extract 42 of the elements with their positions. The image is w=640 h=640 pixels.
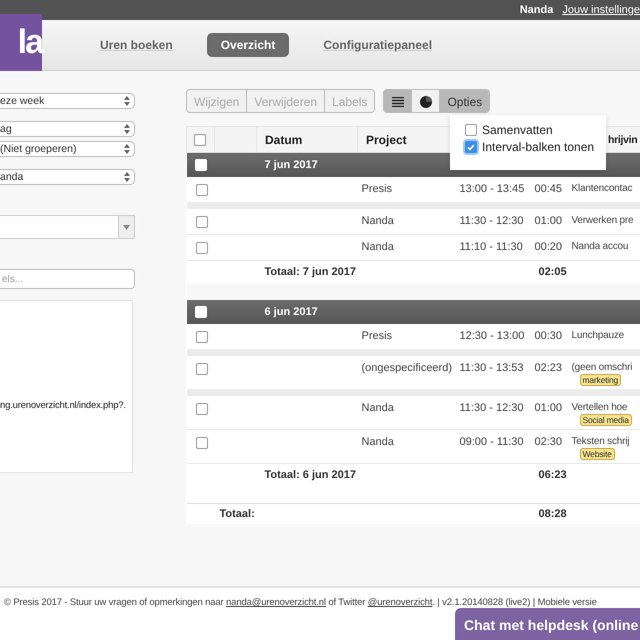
group-date: 6 jun 2017 <box>264 306 318 318</box>
table-cell: Nanda <box>362 436 394 448</box>
table-cell: Nanda <box>362 215 394 227</box>
url-text: ng.urenoverzicht.nl/index.php?. <box>0 400 126 411</box>
table-cell: Presis <box>362 330 392 342</box>
table-cell: 00:20 <box>534 241 562 253</box>
table-cell: 13:00 - 13:45 <box>460 183 524 195</box>
table-cell: 09:00 - 11:30 <box>460 436 524 448</box>
group-total-label: Totaal: 6 jun 2017 <box>264 469 356 481</box>
tag: Website <box>580 448 615 460</box>
table-cell: Lunchpauze <box>572 330 624 341</box>
group-total: 06:23 <box>538 469 567 481</box>
table-cell: 11:30 - 13:53 <box>460 362 524 374</box>
tag: Social media <box>580 414 632 426</box>
table-cell: Teksten schrij <box>572 436 630 447</box>
table-cell: 11:10 - 11:30 <box>460 241 523 253</box>
grand-total: 08:28 <box>538 508 567 520</box>
table-cell: Nanda accou <box>572 241 628 252</box>
group-total-label: Totaal: 7 jun 2017 <box>264 266 356 278</box>
table-cell: 02:23 <box>534 362 562 374</box>
table-cell: 01:00 <box>534 215 562 227</box>
table-cell: 12:30 - 13:00 <box>460 330 524 342</box>
table-cell: 01:00 <box>534 402 562 414</box>
table-cell: Nanda <box>362 241 394 253</box>
table-cell: (ongespecificeerd) <box>362 362 452 374</box>
table-cell: (geen omschri <box>572 362 632 373</box>
table-cell: Nanda <box>362 402 394 414</box>
group-total: 02:05 <box>538 266 567 278</box>
table-cell: 00:45 <box>534 183 562 195</box>
grand-total-label: Totaal: <box>220 508 255 520</box>
tag: marketing <box>580 374 622 386</box>
table-cell: 11:30 - 12:30 <box>460 402 524 414</box>
table-cell: 02:30 <box>534 436 562 448</box>
table-cell: Klantencontac <box>572 183 632 194</box>
table-cell: 11:30 - 12:30 <box>460 215 524 227</box>
table-cell: Presis <box>362 183 392 195</box>
user-name: Nanda <box>520 4 554 16</box>
footer-text: © Presis 2017 - Stuur uw vragen of opmerkingen naar nanda@urenoverzicht.nl of Twitter @urenoverzicht. | v2.1.20140828 (live2) | Mobiele versie <box>4 597 598 608</box>
group-date: 7 jun 2017 <box>264 159 318 171</box>
table-cell: Vertellen hoe <box>572 402 628 413</box>
table-cell: Verwerken pre <box>572 215 634 226</box>
table-cell: 00:30 <box>534 330 562 342</box>
